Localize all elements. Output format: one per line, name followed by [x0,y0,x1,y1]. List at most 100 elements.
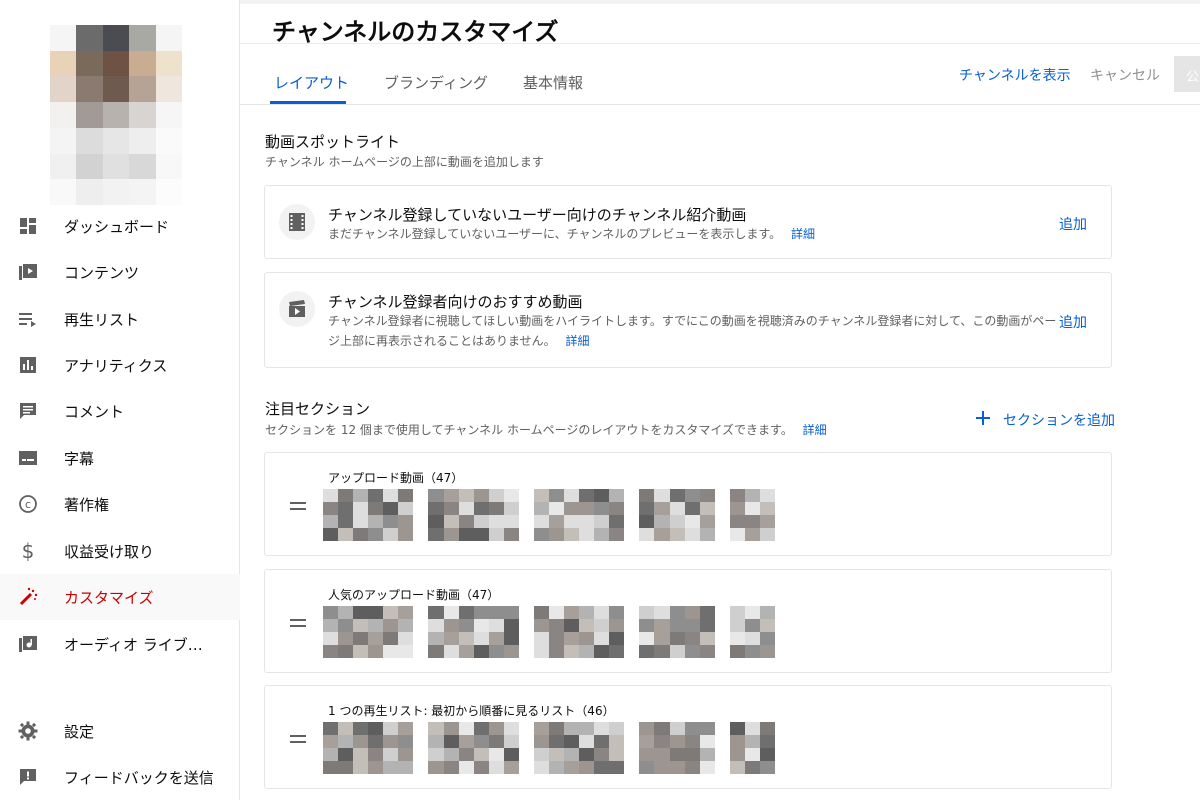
thumbnail-pixel [413,722,429,735]
sidebar-item-copyright[interactable]: c 著作権 [0,481,240,527]
avatar-pixel [129,25,156,51]
thumbnail-pixel [729,632,745,645]
thumbnail-pixel [564,645,580,658]
card-description-text: チャンネル登録者に視聴してほしい動画をハイライトします。すでにこの動画を視聴済み… [328,314,1057,348]
thumbnail-pixel [503,735,519,748]
thumbnail-pixel [353,645,369,658]
thumbnail-pixel [473,528,489,541]
sidebar-item-audio-library[interactable]: オーディオ ライブ… [0,621,240,667]
thumbnail-pixel [759,502,775,515]
details-link[interactable]: 詳細 [791,227,815,241]
drag-handle-icon[interactable] [290,735,306,743]
avatar-pixel [129,153,156,180]
magic-wand-icon [17,586,39,608]
thumbnail-pixel [413,489,429,502]
section-card[interactable]: アップロード動画（47） [264,452,1112,556]
clapperboard-icon [279,291,315,327]
tab-layout[interactable]: レイアウト [274,72,349,93]
cancel-button[interactable]: キャンセル [1090,65,1160,85]
thumbnail-pixel [488,489,504,502]
thumbnail-pixel [338,528,354,541]
thumbnail-pixel [338,632,354,645]
thumbnail-pixel [428,515,444,528]
thumbnail-pixel [669,645,685,658]
add-button[interactable]: 追加 [1059,214,1087,234]
sidebar-item-content[interactable]: コンテンツ [0,249,240,295]
sidebar-item-feedback[interactable]: フィードバックを送信 [0,754,240,800]
thumbnail-pixel [699,735,715,748]
add-button[interactable]: 追加 [1059,312,1087,332]
view-channel-link[interactable]: チャンネルを表示 [959,65,1071,85]
thumbnail-pixel [654,632,670,645]
sidebar-item-settings[interactable]: 設定 [0,708,240,754]
section-card[interactable]: 人気のアップロード動画（47） [264,569,1112,673]
thumbnail-pixel [338,489,354,502]
sidebar-item-playlists[interactable]: 再生リスト [0,296,240,342]
thumbnail-pixel [548,619,565,632]
sidebar-item-comments[interactable]: コメント [0,388,240,434]
sidebar-item-label: アナリティクス [64,356,168,375]
publish-button[interactable]: 公 [1174,56,1200,92]
thumbnail-pixel [443,606,459,619]
thumbnail-pixel [594,722,610,735]
thumbnail-pixel [624,606,640,619]
thumbnail-pixel [759,722,775,735]
thumbnail-pixel [398,528,414,541]
thumbnail-pixel [684,515,700,528]
thumbnail-pixel [398,748,414,761]
sidebar-item-label: コンテンツ [64,263,140,282]
thumbnail-pixel [654,606,670,619]
thumbnail-pixel [548,515,565,528]
thumbnail-pixel [458,606,474,619]
avatar-pixel [102,76,130,103]
thumbnail-pixel [473,606,489,619]
thumbnail-pixel [518,748,534,761]
section-card[interactable]: 1 つの再生リスト: 最初から順番に見るリスト（46） [264,685,1112,789]
playlist-icon [17,308,39,330]
thumbnail-pixel [413,645,429,658]
thumbnail-pixel [443,528,459,541]
audio-library-icon [17,633,39,655]
thumbnail-pixel [368,761,384,774]
sidebar-item-dashboard[interactable]: ダッシュボード [0,203,240,249]
details-link[interactable]: 詳細 [565,334,589,348]
thumbnail-pixel [383,619,399,632]
thumbnail-pixel [699,761,715,774]
drag-handle-icon[interactable] [290,619,306,627]
thumbnail-pixel [684,502,700,515]
thumbnail-pixel [684,619,700,632]
thumbnail-pixel [428,489,444,502]
avatar-pixel [155,76,182,103]
sidebar-item-earn[interactable]: $ 収益受け取り [0,528,240,574]
add-section-label: セクションを追加 [1003,413,1115,429]
sidebar-item-subtitles[interactable]: 字幕 [0,435,240,481]
top-bar-edge [240,0,1200,4]
add-section-button[interactable]: セクションを追加 [975,410,1115,430]
drag-handle-icon[interactable] [290,502,306,510]
thumbnail-pixel [654,722,670,735]
sidebar-item-customize[interactable]: カスタマイズ [0,574,240,620]
avatar-pixel [102,102,130,128]
thumbnail-pixel [383,748,399,761]
thumbnail-pixel [579,722,595,735]
card-description-text: まだチャンネル登録していないユーザーに、チャンネルのプレビューを表示します。 [328,227,782,241]
thumbnail-pixel [338,515,354,528]
avatar-pixel [76,25,103,51]
thumbnail-pixel [759,606,775,619]
details-link[interactable]: 詳細 [803,423,827,437]
thumbnail-pixel [518,761,534,774]
avatar[interactable] [50,25,182,205]
thumbnail-pixel [398,606,414,619]
tab-branding[interactable]: ブランディング [384,72,488,93]
thumbnail-pixel [729,619,745,632]
avatar-pixel [102,179,130,205]
sidebar-item-analytics[interactable]: アナリティクス [0,342,240,388]
thumbnail-pixel [684,632,700,645]
section-title-spotlight: 動画スポットライト [265,133,401,151]
tab-basic-info[interactable]: 基本情報 [523,72,583,93]
thumbnail-pixel [548,528,565,541]
avatar-pixel [155,25,182,51]
thumbnail-pixel [428,528,444,541]
thumbnail-pixel [684,748,700,761]
thumbnail-pixel [368,502,384,515]
